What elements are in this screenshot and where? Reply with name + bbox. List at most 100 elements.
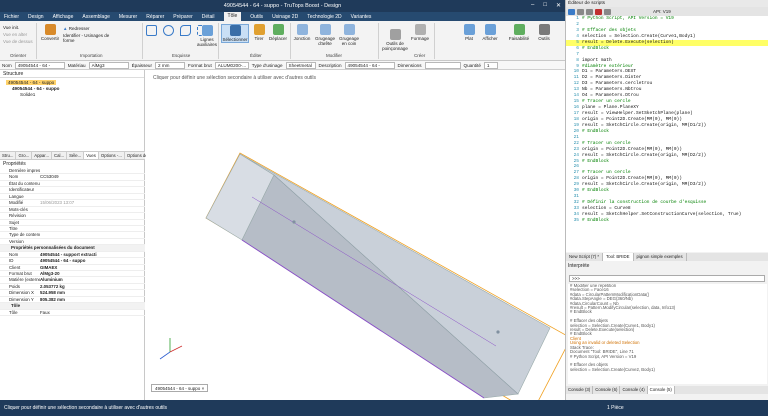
close-tab-icon[interactable]: × bbox=[202, 386, 205, 391]
afficher-button[interactable]: Afficher bbox=[480, 24, 500, 41]
debug-icon[interactable] bbox=[604, 8, 611, 15]
plat-button[interactable]: Plat bbox=[462, 24, 476, 41]
format-label: Format brut bbox=[188, 62, 212, 68]
forming-icon bbox=[414, 24, 426, 35]
step-icon[interactable] bbox=[577, 8, 584, 15]
ebauche-circle-icon[interactable] bbox=[163, 25, 174, 36]
tab-structure[interactable]: Stru... bbox=[0, 152, 17, 159]
menu-variantes[interactable]: Variantes bbox=[351, 14, 372, 20]
group-editer: Éditer bbox=[250, 53, 262, 58]
quantite-field[interactable]: 1 bbox=[483, 61, 498, 69]
vue-dessus-button[interactable]: Vue de dessus bbox=[3, 38, 33, 45]
property-key: Révision bbox=[9, 213, 26, 219]
tab-groupes[interactable]: Gro... bbox=[16, 152, 33, 159]
tab-pignon[interactable]: pignon simple exemples bbox=[634, 253, 687, 261]
outils-poinconnage-button[interactable]: Outils de poinçonnage bbox=[381, 29, 409, 51]
tab-options[interactable]: Options -... bbox=[99, 152, 125, 159]
tools-icon bbox=[538, 24, 550, 35]
interpreter-input[interactable]: >>> bbox=[569, 275, 765, 282]
menu-preparer[interactable]: Préparer bbox=[173, 14, 192, 20]
tab-calques[interactable]: Cal... bbox=[52, 152, 68, 159]
close-icon[interactable]: ✕ bbox=[556, 2, 561, 9]
menu-outils[interactable]: Outils bbox=[250, 14, 263, 20]
tab-console-6[interactable]: Console (6) bbox=[593, 386, 621, 394]
deplacer-button[interactable]: Déplacer bbox=[268, 24, 288, 41]
tree-item-solide[interactable]: Solide1 bbox=[6, 92, 144, 98]
ebauche-arc-icon[interactable] bbox=[180, 25, 191, 36]
tab-selection[interactable]: Séle... bbox=[67, 152, 85, 159]
property-row[interactable]: Tôle Faux bbox=[0, 310, 145, 317]
tab-tool-bride[interactable]: Tool: BRIDE bbox=[603, 253, 634, 261]
script-tabs: New Script (7) * Tool: BRIDE pignon simp… bbox=[566, 253, 768, 261]
tab-console-5[interactable]: Console (5) bbox=[647, 386, 675, 394]
menu-assemblage[interactable]: Assemblage bbox=[82, 14, 110, 20]
hole bbox=[292, 220, 296, 224]
type-usinage-label: Type d'usinage bbox=[251, 62, 283, 68]
menu-design[interactable]: Design bbox=[28, 14, 44, 20]
convertir-button[interactable]: Convertir bbox=[40, 24, 60, 41]
vue-init-button[interactable]: Vue init. bbox=[3, 24, 33, 31]
faisabilite-button[interactable]: Faisabilité bbox=[507, 24, 531, 41]
menu-reparer[interactable]: Réparer bbox=[146, 14, 164, 20]
show-icon bbox=[484, 24, 496, 35]
dimensions-label: Dimensions bbox=[397, 62, 422, 68]
format-field[interactable]: ALUM0200-... bbox=[214, 61, 249, 69]
tab-console-4[interactable]: Console (4) bbox=[620, 386, 648, 394]
menu-detail[interactable]: Détail bbox=[202, 14, 215, 20]
tirer-button[interactable]: Tirer bbox=[251, 24, 267, 41]
property-key: Poids bbox=[9, 283, 20, 289]
identifier-button[interactable]: Identifier - Usinages de forme bbox=[63, 33, 111, 43]
run-icon[interactable] bbox=[568, 8, 575, 15]
menu-technologie-2d[interactable]: Technologie 2D bbox=[307, 14, 341, 20]
property-key: Tôle bbox=[11, 303, 21, 309]
dimensions-field[interactable] bbox=[424, 61, 461, 69]
property-key: Propriétés personnalisées du document bbox=[11, 245, 95, 251]
property-value: 2.053772 kg bbox=[40, 283, 65, 289]
jonction-button[interactable]: Jonction bbox=[292, 24, 312, 41]
menu-tole[interactable]: Tôle bbox=[223, 12, 242, 21]
menu-mesurer[interactable]: Mesurer bbox=[119, 14, 137, 20]
vue-alter-button[interactable]: Vue en alter bbox=[3, 31, 33, 38]
tab-vues[interactable]: Vues bbox=[84, 152, 99, 159]
maximize-icon[interactable]: □ bbox=[543, 2, 547, 9]
description-field[interactable]: 49054544 - 64 - suppo bbox=[344, 61, 395, 74]
interpreter-output: # Modifier une répétition #selection = Fa… bbox=[568, 284, 767, 384]
outils-button[interactable]: Outils bbox=[536, 24, 552, 41]
selectionner-button[interactable]: Sélectionner bbox=[221, 24, 249, 43]
ribbon: Vue init. Vue en alter Vue de dessus Ori… bbox=[0, 21, 565, 61]
epaisseur-field[interactable]: 2 mm bbox=[155, 61, 186, 69]
grugeage-coin-button[interactable]: Grugeage en coin bbox=[338, 24, 360, 46]
code-text: # EndBlock bbox=[582, 217, 610, 223]
grugeage-arete-button[interactable]: Grugeage d'arête bbox=[313, 24, 337, 46]
minimize-icon[interactable]: – bbox=[531, 2, 534, 9]
property-key: ID bbox=[9, 258, 14, 264]
3d-viewport[interactable]: Cliquer pour définir une sélection secon… bbox=[146, 70, 565, 400]
api-version[interactable]: API: V19 bbox=[653, 9, 671, 14]
property-bar: Nom 49054544 - 64 - suppo Matériau AlMg3… bbox=[0, 61, 565, 74]
code-editor[interactable]: 1 # Python Script, API Version = V19 2 3 # E… bbox=[566, 16, 768, 252]
left-tabs: Stru... Gro... Appar... Cal... Séle... V… bbox=[0, 151, 169, 160]
property-value: 15/06/2023 13:07 bbox=[40, 200, 75, 206]
menu-usinage-2d[interactable]: Usinage 2D bbox=[272, 14, 298, 20]
record-icon[interactable] bbox=[595, 8, 602, 15]
type-usinage-field[interactable]: Sheetmetal bbox=[285, 61, 316, 69]
ebauche-line-icon[interactable] bbox=[146, 25, 157, 36]
redresser-button[interactable]: ▲ Redresser bbox=[63, 25, 111, 33]
property-key: Dernière impression bbox=[9, 168, 40, 173]
output-line: selection = Selection.Create(Curve2, Bod… bbox=[570, 366, 655, 372]
status-text: Cliquer pour définir une sélection secon… bbox=[4, 405, 167, 411]
nom-field[interactable]: 49054544 - 64 - suppo bbox=[14, 61, 65, 74]
stop-icon[interactable] bbox=[586, 8, 593, 15]
group-esquisse: Esquisse bbox=[172, 53, 191, 58]
tab-apparence[interactable]: Appar... bbox=[32, 152, 53, 159]
property-key: Sujet bbox=[9, 219, 20, 225]
lignes-auxiliaires-button[interactable]: Lignes auxiliaires bbox=[196, 25, 218, 47]
menu-affichage[interactable]: Affichage bbox=[53, 14, 74, 20]
materiau-field[interactable]: AlMg3 bbox=[88, 61, 129, 69]
tab-console-3[interactable]: Console (3) bbox=[566, 386, 594, 394]
code-line[interactable]: 35 # EndBlock bbox=[566, 218, 768, 224]
tab-new-script[interactable]: New Script (7) * bbox=[566, 253, 604, 261]
document-tab[interactable]: 49054544 - 64 - suppo × bbox=[151, 384, 209, 392]
formage-button[interactable]: Formage bbox=[410, 24, 430, 41]
menu-fichier[interactable]: Fichier bbox=[4, 14, 19, 20]
